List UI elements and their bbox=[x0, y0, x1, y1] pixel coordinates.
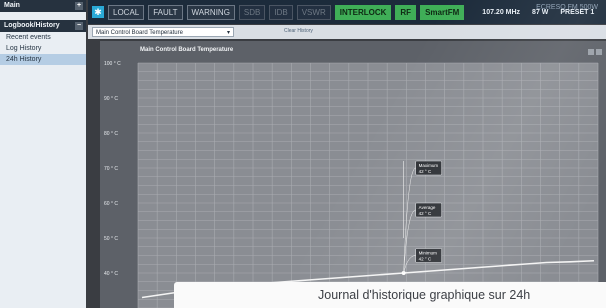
monitor-screen: Main + Logbook/History − Recent events L… bbox=[0, 0, 606, 308]
sensor-select[interactable]: Main Control Board Temperature ▾ bbox=[92, 27, 234, 37]
status-bar: ✱ LOCAL FAULT WARNING SDB IDB VSWR INTER… bbox=[88, 0, 606, 24]
brand-label: ECRESO FM 500W bbox=[536, 4, 598, 11]
warning-button[interactable]: WARNING bbox=[186, 4, 235, 20]
sidebar-logbook-header[interactable]: Logbook/History − bbox=[0, 20, 86, 32]
local-button[interactable]: LOCAL bbox=[108, 4, 145, 20]
sidebar-item-24h-history[interactable]: 24h History bbox=[0, 54, 86, 65]
y-tick-label: 100 ° C bbox=[104, 61, 121, 67]
interlock-indicator[interactable]: INTERLOCK bbox=[334, 4, 392, 20]
rf-indicator[interactable]: RF bbox=[395, 4, 417, 20]
caption-text: Journal d'historique graphique sur 24h bbox=[318, 288, 531, 302]
caption-card: Journal d'historique graphique sur 24h bbox=[174, 282, 606, 308]
sdb-button[interactable]: SDB bbox=[238, 4, 266, 20]
sidebar: Main + Logbook/History − Recent events L… bbox=[0, 0, 86, 308]
sidebar-main-label: Main bbox=[4, 2, 20, 9]
maximum-tooltip-label: Maximum bbox=[419, 163, 439, 168]
minimum-tooltip-value: 42 ° C bbox=[419, 257, 432, 262]
y-tick-label: 70 ° C bbox=[104, 166, 118, 172]
chart-controls: Main Control Board Temperature ▾ Clear H… bbox=[88, 25, 606, 39]
snowflake-icon: ✱ bbox=[92, 6, 104, 18]
chevron-down-icon: ▾ bbox=[226, 30, 230, 36]
expand-icon[interactable]: + bbox=[75, 2, 83, 10]
y-tick-label: 40 ° C bbox=[104, 271, 118, 277]
sidebar-logbook-label: Logbook/History bbox=[4, 22, 60, 29]
vswr-button[interactable]: VSWR bbox=[296, 4, 331, 20]
minimum-tooltip-label: Minimum bbox=[419, 251, 438, 256]
y-tick-label: 60 ° C bbox=[104, 201, 118, 207]
idb-button[interactable]: IDB bbox=[269, 4, 293, 20]
chart-panel: Main Control Board Temperature 100 ° C 90… bbox=[100, 41, 606, 308]
average-tooltip-value: 42 ° C bbox=[419, 211, 432, 216]
collapse-icon[interactable]: − bbox=[75, 22, 83, 30]
temperature-chart: 100 ° C 90 ° C 80 ° C 70 ° C 60 ° C 50 ° C 40 … bbox=[104, 61, 599, 308]
y-tick-label: 90 ° C bbox=[104, 96, 118, 102]
y-tick-label: 80 ° C bbox=[104, 131, 118, 137]
fault-button[interactable]: FAULT bbox=[148, 4, 183, 20]
y-tick-label: 50 ° C bbox=[104, 236, 118, 242]
sidebar-item-recent-events[interactable]: Recent events bbox=[0, 32, 86, 43]
sensor-select-value: Main Control Board Temperature bbox=[96, 30, 183, 36]
frequency-readout: 107.20 MHz bbox=[482, 8, 521, 16]
clear-history-link[interactable]: Clear History bbox=[284, 28, 313, 34]
sidebar-main-header[interactable]: Main + bbox=[0, 0, 86, 12]
smartfm-indicator[interactable]: SmartFM bbox=[420, 4, 465, 20]
sidebar-item-log-history[interactable]: Log History bbox=[0, 43, 86, 54]
average-tooltip-label: Average bbox=[419, 205, 436, 210]
maximum-tooltip-value: 42 ° C bbox=[419, 169, 432, 174]
